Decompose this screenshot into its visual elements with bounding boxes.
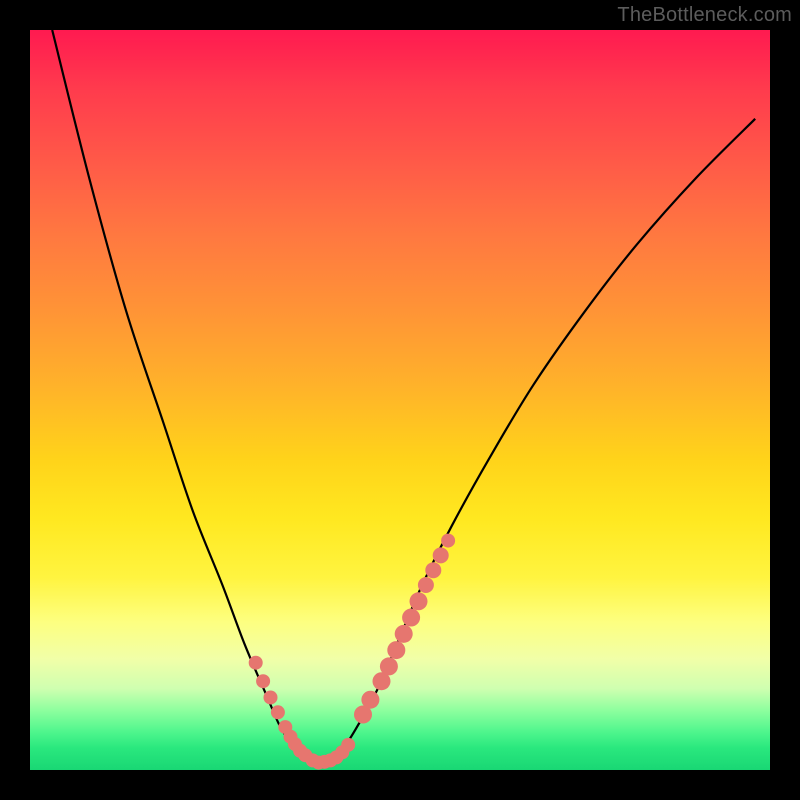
data-marker <box>249 656 263 670</box>
data-marker <box>387 641 405 659</box>
data-marker <box>402 609 420 627</box>
data-marker <box>425 562 441 578</box>
marker-group-left <box>249 656 313 763</box>
data-marker <box>395 625 413 643</box>
data-marker <box>256 674 270 688</box>
watermark-text: TheBottleneck.com <box>617 4 792 27</box>
data-marker <box>361 691 379 709</box>
chart-frame: TheBottleneck.com <box>0 0 800 800</box>
chart-svg <box>30 30 770 770</box>
data-marker <box>410 592 428 610</box>
plot-area <box>30 30 770 770</box>
data-marker <box>341 738 355 752</box>
data-marker <box>380 657 398 675</box>
data-marker <box>264 690 278 704</box>
marker-group-right <box>354 534 455 724</box>
data-marker <box>271 705 285 719</box>
data-marker <box>418 577 434 593</box>
marker-group-valley <box>306 738 356 770</box>
data-marker <box>433 547 449 563</box>
data-marker <box>441 534 455 548</box>
